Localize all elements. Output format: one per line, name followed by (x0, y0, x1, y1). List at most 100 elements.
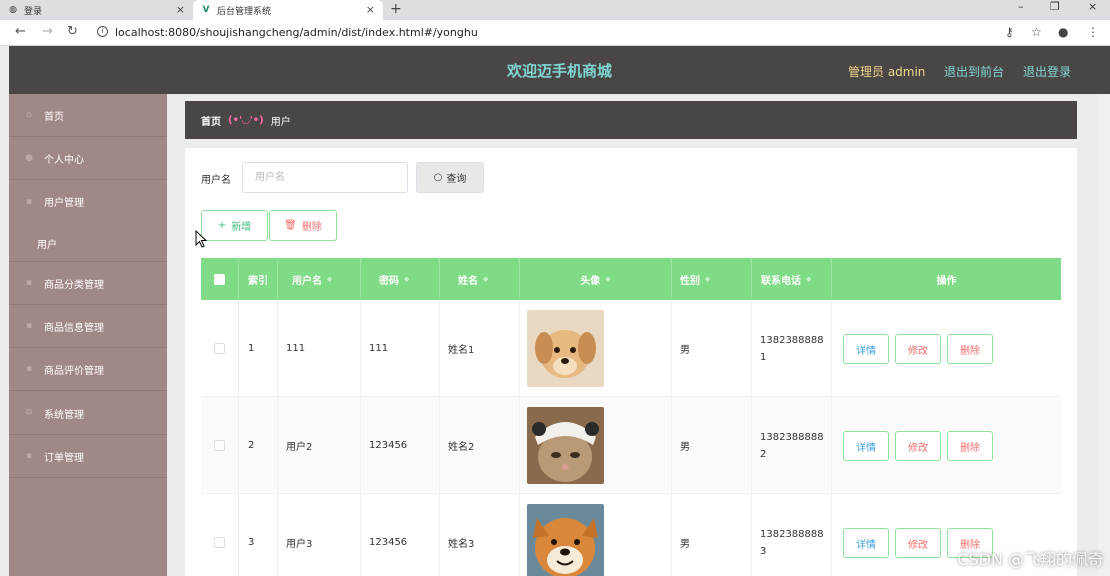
detail-button[interactable]: 详情 (843, 431, 889, 461)
plus-icon: + (217, 220, 227, 231)
restore-icon[interactable]: ❐ (1050, 0, 1060, 14)
close-tab-icon[interactable]: × (366, 3, 375, 16)
detail-button[interactable]: 详情 (843, 334, 889, 364)
column-header-label: 姓名 (458, 275, 478, 287)
profile-icon[interactable]: ● (1058, 25, 1068, 39)
close-tab-icon[interactable]: × (176, 3, 185, 16)
sort-icon[interactable]: ◆ (404, 275, 409, 283)
product-icon: ▪ (25, 321, 33, 331)
edit-button[interactable]: 修改 (895, 528, 941, 558)
delete-button-label: 删除 (301, 222, 322, 233)
row-checkbox-cell (201, 300, 239, 397)
sidebar-item-label: 商品评价管理 (44, 365, 104, 377)
globe-icon: ◍ (9, 5, 17, 15)
row-checkbox[interactable] (214, 440, 225, 451)
menu-icon[interactable]: ⋮ (1087, 25, 1099, 39)
row-delete-button[interactable]: 删除 (947, 431, 993, 461)
edit-button[interactable]: 修改 (895, 334, 941, 364)
logout-link[interactable]: 退出登录 (1023, 63, 1071, 80)
frontend-link[interactable]: 退出到前台 (944, 63, 1004, 80)
column-header[interactable]: 用户名 ◆ (278, 258, 361, 300)
sidebar-item-home[interactable]: ⌂ 首页 (9, 94, 167, 137)
reload-icon[interactable]: ↻ (67, 24, 78, 39)
column-header-label: 性别 (680, 275, 700, 287)
cell-name: 姓名3 (440, 494, 520, 576)
cell-avatar (520, 300, 672, 397)
cell-index: 2 (239, 397, 278, 494)
sidebar-item-label: 订单管理 (44, 452, 84, 464)
cell-username: 用户2 (278, 397, 361, 494)
column-header[interactable]: 密码 ◆ (361, 258, 440, 300)
cell-password: 123456 (361, 397, 440, 494)
sort-icon[interactable]: ◆ (705, 275, 710, 283)
user-icon: ● (25, 153, 33, 163)
add-button[interactable]: + 新增 (201, 210, 268, 241)
info-icon[interactable]: i (97, 26, 108, 37)
sidebar-item-label: 个人中心 (44, 154, 84, 166)
search-button-label: 查询 (446, 174, 467, 185)
forward-icon[interactable]: → (42, 24, 53, 39)
page-scrollbar[interactable] (1098, 94, 1110, 576)
cell-phone: 1382388888 1 (752, 300, 832, 397)
breadcrumb-home[interactable]: 首页 (201, 113, 221, 128)
phone-text: 1382388888 (760, 334, 824, 346)
column-header[interactable]: 性别 ◆ (672, 258, 752, 300)
add-button-label: 新增 (231, 222, 252, 233)
sidebar-subitem-users[interactable]: 用户 (37, 236, 57, 251)
cell-actions: 详情 修改 删除 (832, 300, 1061, 397)
browser-tab-admin[interactable]: V 后台管理系统 × (193, 0, 383, 20)
sort-icon[interactable]: ◆ (483, 275, 488, 283)
search-input[interactable]: 用户名 (242, 162, 408, 193)
cell-username: 用户3 (278, 494, 361, 576)
url-text[interactable]: localhost:8080/shoujishangcheng/admin/di… (115, 26, 478, 39)
sidebar-item-product-info[interactable]: ▪ 商品信息管理 (9, 305, 167, 348)
table-row: 2 用户2 123456 姓名2 男 1382388888 2 详情 修改 删除 (201, 397, 1061, 494)
cell-index: 1 (239, 300, 278, 397)
star-icon[interactable]: ☆ (1031, 25, 1042, 39)
back-icon[interactable]: ← (15, 24, 26, 39)
table-row: 1 111 111 姓名1 男 1382388888 1 详情 修改 删除 (201, 300, 1061, 397)
sort-icon[interactable]: ◆ (605, 275, 610, 283)
detail-button[interactable]: 详情 (843, 528, 889, 558)
sidebar-item-product-review[interactable]: ▪ 商品评价管理 (9, 348, 167, 391)
row-checkbox-cell (201, 397, 239, 494)
new-tab-icon[interactable]: + (390, 0, 402, 18)
app-header: 欢迎迈手机商城 管理员 admin 退出到前台 退出登录 (9, 46, 1110, 94)
cell-gender: 男 (672, 397, 752, 494)
cell-gender: 男 (672, 494, 752, 576)
column-header-label: 用户名 (292, 275, 322, 287)
users-icon: ▪ (25, 196, 33, 207)
sidebar-item-category[interactable]: ▪ 商品分类管理 (9, 262, 167, 305)
tab-title: 登录 (24, 6, 43, 17)
avatar-image (527, 407, 604, 484)
edit-button[interactable]: 修改 (895, 431, 941, 461)
cell-avatar (520, 494, 672, 576)
row-checkbox[interactable] (214, 343, 225, 354)
column-header: 索引 (239, 258, 278, 300)
column-header[interactable]: 头像 ◆ (520, 258, 672, 300)
cell-actions: 详情 修改 删除 (832, 397, 1061, 494)
category-icon: ▪ (25, 278, 33, 288)
sidebar-item-system[interactable]: ⚙ 系统管理 (9, 392, 167, 435)
admin-label: 管理员 admin (848, 65, 926, 79)
phone-text: 1382388888 (760, 528, 824, 540)
key-icon[interactable]: ⚷ (1005, 25, 1014, 39)
sort-icon[interactable]: ◆ (327, 275, 332, 283)
minimize-icon[interactable]: – (1018, 0, 1024, 14)
browser-tab-login[interactable]: ◍ 登录 × (0, 0, 193, 20)
delete-button[interactable]: 🗑 删除 (269, 210, 337, 241)
cell-name: 姓名1 (440, 300, 520, 397)
search-button[interactable]: ○ 查询 (416, 162, 484, 193)
sidebar-item-orders[interactable]: ▪ 订单管理 (9, 435, 167, 478)
sidebar-item-label: 系统管理 (44, 409, 84, 421)
column-header[interactable]: 联系电话 ◆ (752, 258, 832, 300)
row-checkbox[interactable] (214, 537, 225, 548)
row-delete-button[interactable]: 删除 (947, 334, 993, 364)
sidebar-item-user-management[interactable]: ▪ 用户管理 (9, 180, 167, 223)
sidebar-item-profile[interactable]: ● 个人中心 (9, 137, 167, 180)
sort-icon[interactable]: ◆ (806, 275, 811, 283)
sidebar-item-label: 首页 (44, 111, 64, 123)
close-window-icon[interactable]: × (1088, 0, 1097, 14)
select-all-checkbox[interactable] (214, 273, 225, 285)
column-header[interactable]: 姓名 ◆ (440, 258, 520, 300)
